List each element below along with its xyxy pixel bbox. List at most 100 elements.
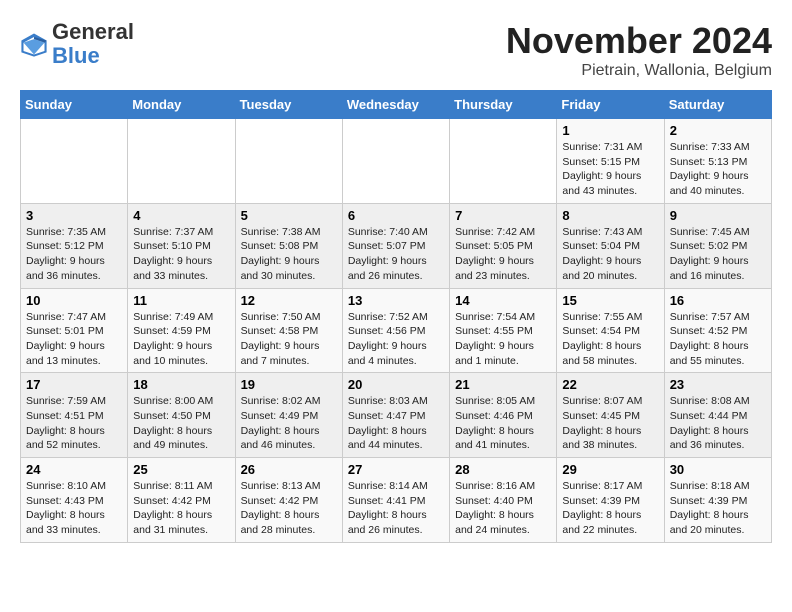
weekday-header-row: SundayMondayTuesdayWednesdayThursdayFrid…: [21, 91, 772, 119]
logo: General Blue: [20, 20, 134, 68]
day-info: Sunrise: 7:31 AM Sunset: 5:15 PM Dayligh…: [562, 140, 658, 199]
weekday-header-saturday: Saturday: [664, 91, 771, 119]
day-info: Sunrise: 7:54 AM Sunset: 4:55 PM Dayligh…: [455, 310, 551, 369]
day-number: 29: [562, 462, 658, 477]
day-info: Sunrise: 8:10 AM Sunset: 4:43 PM Dayligh…: [26, 479, 122, 538]
day-number: 24: [26, 462, 122, 477]
week-row-5: 24 Sunrise: 8:10 AM Sunset: 4:43 PM Dayli…: [21, 458, 772, 543]
day-info: Sunrise: 8:17 AM Sunset: 4:39 PM Dayligh…: [562, 479, 658, 538]
day-number: 22: [562, 377, 658, 392]
day-cell: 30 Sunrise: 8:18 AM Sunset: 4:39 PM Dayli…: [664, 458, 771, 543]
day-info: Sunrise: 7:59 AM Sunset: 4:51 PM Dayligh…: [26, 394, 122, 453]
day-number: 28: [455, 462, 551, 477]
day-info: Sunrise: 8:08 AM Sunset: 4:44 PM Dayligh…: [670, 394, 766, 453]
day-number: 9: [670, 208, 766, 223]
day-info: Sunrise: 8:18 AM Sunset: 4:39 PM Dayligh…: [670, 479, 766, 538]
day-number: 6: [348, 208, 444, 223]
day-info: Sunrise: 7:42 AM Sunset: 5:05 PM Dayligh…: [455, 225, 551, 284]
day-info: Sunrise: 7:33 AM Sunset: 5:13 PM Dayligh…: [670, 140, 766, 199]
day-info: Sunrise: 7:35 AM Sunset: 5:12 PM Dayligh…: [26, 225, 122, 284]
weekday-header-friday: Friday: [557, 91, 664, 119]
day-number: 15: [562, 293, 658, 308]
day-cell: 13 Sunrise: 7:52 AM Sunset: 4:56 PM Dayli…: [342, 288, 449, 373]
day-number: 13: [348, 293, 444, 308]
day-info: Sunrise: 7:45 AM Sunset: 5:02 PM Dayligh…: [670, 225, 766, 284]
day-cell: 2 Sunrise: 7:33 AM Sunset: 5:13 PM Daylig…: [664, 119, 771, 204]
week-row-1: 1Sunrise: 7:31 AM Sunset: 5:15 PM Daylig…: [21, 119, 772, 204]
day-cell: 15 Sunrise: 7:55 AM Sunset: 4:54 PM Dayli…: [557, 288, 664, 373]
day-cell: 12 Sunrise: 7:50 AM Sunset: 4:58 PM Dayli…: [235, 288, 342, 373]
day-number: 3: [26, 208, 122, 223]
month-title: November 2024: [506, 20, 772, 62]
day-info: Sunrise: 8:11 AM Sunset: 4:42 PM Dayligh…: [133, 479, 229, 538]
day-info: Sunrise: 7:38 AM Sunset: 5:08 PM Dayligh…: [241, 225, 337, 284]
day-cell: 27 Sunrise: 8:14 AM Sunset: 4:41 PM Dayli…: [342, 458, 449, 543]
day-info: Sunrise: 8:05 AM Sunset: 4:46 PM Dayligh…: [455, 394, 551, 453]
day-cell: [128, 119, 235, 204]
day-cell: 1Sunrise: 7:31 AM Sunset: 5:15 PM Daylig…: [557, 119, 664, 204]
day-cell: 20Sunrise: 8:03 AM Sunset: 4:47 PM Dayli…: [342, 373, 449, 458]
day-info: Sunrise: 7:52 AM Sunset: 4:56 PM Dayligh…: [348, 310, 444, 369]
day-number: 23: [670, 377, 766, 392]
day-info: Sunrise: 7:47 AM Sunset: 5:01 PM Dayligh…: [26, 310, 122, 369]
logo-text: General Blue: [52, 20, 134, 68]
day-number: 27: [348, 462, 444, 477]
day-cell: 17Sunrise: 7:59 AM Sunset: 4:51 PM Dayli…: [21, 373, 128, 458]
day-cell: 7 Sunrise: 7:42 AM Sunset: 5:05 PM Daylig…: [450, 203, 557, 288]
day-cell: 23 Sunrise: 8:08 AM Sunset: 4:44 PM Dayli…: [664, 373, 771, 458]
day-number: 10: [26, 293, 122, 308]
day-cell: 4 Sunrise: 7:37 AM Sunset: 5:10 PM Daylig…: [128, 203, 235, 288]
day-info: Sunrise: 7:50 AM Sunset: 4:58 PM Dayligh…: [241, 310, 337, 369]
weekday-header-sunday: Sunday: [21, 91, 128, 119]
weekday-header-tuesday: Tuesday: [235, 91, 342, 119]
day-cell: 10 Sunrise: 7:47 AM Sunset: 5:01 PM Dayli…: [21, 288, 128, 373]
day-number: 18: [133, 377, 229, 392]
day-number: 12: [241, 293, 337, 308]
day-info: Sunrise: 8:14 AM Sunset: 4:41 PM Dayligh…: [348, 479, 444, 538]
day-cell: 24 Sunrise: 8:10 AM Sunset: 4:43 PM Dayli…: [21, 458, 128, 543]
day-number: 26: [241, 462, 337, 477]
day-number: 14: [455, 293, 551, 308]
day-info: Sunrise: 7:43 AM Sunset: 5:04 PM Dayligh…: [562, 225, 658, 284]
day-number: 21: [455, 377, 551, 392]
day-cell: 18 Sunrise: 8:00 AM Sunset: 4:50 PM Dayli…: [128, 373, 235, 458]
day-info: Sunrise: 8:00 AM Sunset: 4:50 PM Dayligh…: [133, 394, 229, 453]
day-cell: 29 Sunrise: 8:17 AM Sunset: 4:39 PM Dayli…: [557, 458, 664, 543]
day-cell: 8 Sunrise: 7:43 AM Sunset: 5:04 PM Daylig…: [557, 203, 664, 288]
week-row-4: 17Sunrise: 7:59 AM Sunset: 4:51 PM Dayli…: [21, 373, 772, 458]
logo-icon: [20, 30, 48, 58]
day-info: Sunrise: 7:55 AM Sunset: 4:54 PM Dayligh…: [562, 310, 658, 369]
day-info: Sunrise: 8:02 AM Sunset: 4:49 PM Dayligh…: [241, 394, 337, 453]
day-cell: 25 Sunrise: 8:11 AM Sunset: 4:42 PM Dayli…: [128, 458, 235, 543]
day-number: 4: [133, 208, 229, 223]
day-info: Sunrise: 8:07 AM Sunset: 4:45 PM Dayligh…: [562, 394, 658, 453]
day-cell: 3 Sunrise: 7:35 AM Sunset: 5:12 PM Daylig…: [21, 203, 128, 288]
day-number: 25: [133, 462, 229, 477]
day-cell: 5Sunrise: 7:38 AM Sunset: 5:08 PM Daylig…: [235, 203, 342, 288]
day-number: 20: [348, 377, 444, 392]
day-cell: [450, 119, 557, 204]
day-info: Sunrise: 7:49 AM Sunset: 4:59 PM Dayligh…: [133, 310, 229, 369]
day-cell: 9 Sunrise: 7:45 AM Sunset: 5:02 PM Daylig…: [664, 203, 771, 288]
day-number: 7: [455, 208, 551, 223]
weekday-header-wednesday: Wednesday: [342, 91, 449, 119]
day-cell: 19Sunrise: 8:02 AM Sunset: 4:49 PM Dayli…: [235, 373, 342, 458]
day-number: 30: [670, 462, 766, 477]
header: General Blue November 2024 Pietrain, Wal…: [20, 20, 772, 80]
day-info: Sunrise: 7:37 AM Sunset: 5:10 PM Dayligh…: [133, 225, 229, 284]
day-cell: 11 Sunrise: 7:49 AM Sunset: 4:59 PM Dayli…: [128, 288, 235, 373]
day-number: 2: [670, 123, 766, 138]
day-number: 11: [133, 293, 229, 308]
day-cell: 16Sunrise: 7:57 AM Sunset: 4:52 PM Dayli…: [664, 288, 771, 373]
day-cell: 6Sunrise: 7:40 AM Sunset: 5:07 PM Daylig…: [342, 203, 449, 288]
day-cell: 26Sunrise: 8:13 AM Sunset: 4:42 PM Dayli…: [235, 458, 342, 543]
day-cell: [21, 119, 128, 204]
day-cell: 22 Sunrise: 8:07 AM Sunset: 4:45 PM Dayli…: [557, 373, 664, 458]
day-cell: 14 Sunrise: 7:54 AM Sunset: 4:55 PM Dayli…: [450, 288, 557, 373]
day-number: 8: [562, 208, 658, 223]
day-cell: [342, 119, 449, 204]
week-row-2: 3 Sunrise: 7:35 AM Sunset: 5:12 PM Daylig…: [21, 203, 772, 288]
weekday-header-thursday: Thursday: [450, 91, 557, 119]
day-cell: 28Sunrise: 8:16 AM Sunset: 4:40 PM Dayli…: [450, 458, 557, 543]
location-title: Pietrain, Wallonia, Belgium: [506, 62, 772, 80]
